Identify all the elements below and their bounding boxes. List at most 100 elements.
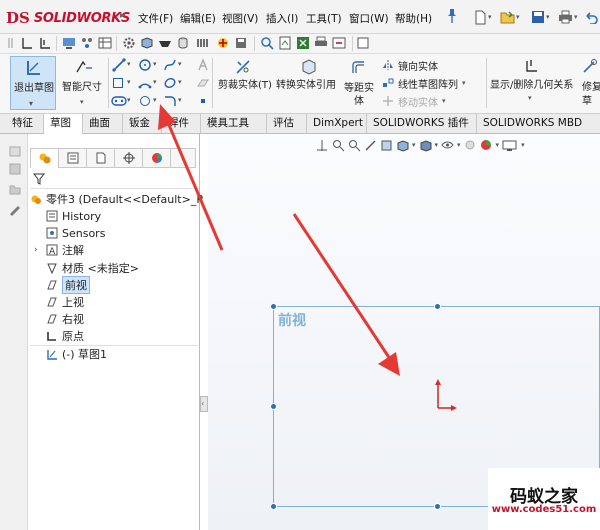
save-button[interactable]: ▾: [531, 8, 550, 26]
tree-item-right-plane[interactable]: 右视: [46, 311, 84, 327]
display-relations-dropdown-icon[interactable]: ▾: [528, 94, 532, 102]
plane-handle[interactable]: [270, 303, 277, 310]
plane-handle[interactable]: [270, 503, 277, 510]
apply-scene-icon[interactable]: [480, 139, 493, 152]
section-view-icon[interactable]: [364, 139, 377, 152]
circle-dropdown-icon[interactable]: ▾: [153, 60, 157, 68]
view-orientation-icon[interactable]: [396, 139, 409, 152]
tab-solidworks-addins[interactable]: SOLIDWORKS 插件: [367, 114, 477, 133]
tree-item-material[interactable]: 材质 <未指定>: [46, 260, 139, 276]
circle-icon[interactable]: [138, 58, 152, 72]
polygon-icon[interactable]: [140, 96, 150, 106]
menu-tools[interactable]: 工具(T): [306, 11, 342, 26]
checkbox-icon[interactable]: [356, 36, 370, 50]
pin-icon[interactable]: [446, 8, 458, 24]
display-style-icon[interactable]: [419, 139, 432, 152]
tree-item-top-plane[interactable]: 上视: [46, 294, 84, 310]
logo-menu-arrow-icon[interactable]: ▸: [120, 10, 125, 21]
save-small-icon[interactable]: [234, 36, 248, 50]
previous-view-icon[interactable]: [348, 139, 361, 152]
rectangle-icon[interactable]: [113, 78, 123, 88]
exit-sketch-button[interactable]: 退出草图 ▾: [10, 56, 56, 110]
zoom-icon[interactable]: [260, 36, 274, 50]
appearance-icon[interactable]: [8, 202, 22, 216]
point-icon[interactable]: [196, 94, 210, 108]
slot-icon[interactable]: [111, 94, 127, 108]
menu-file[interactable]: 文件(F): [138, 11, 173, 26]
tab-sheet-metal[interactable]: 钣金: [123, 114, 162, 133]
design-library-icon[interactable]: [8, 162, 22, 176]
ellipse-dropdown-icon[interactable]: ▾: [178, 78, 182, 86]
slot-dropdown-icon[interactable]: ▾: [127, 96, 131, 104]
spline-icon[interactable]: [163, 58, 177, 72]
tab-mold-tools[interactable]: 模具工具: [201, 114, 267, 133]
zoom-to-area-icon[interactable]: [332, 139, 345, 152]
new-document-button[interactable]: ▾: [474, 8, 492, 26]
tree-item-sensors[interactable]: Sensors: [46, 225, 105, 241]
offset-entities-button[interactable]: 等距实 体: [340, 60, 378, 110]
dimxpert-manager-tab[interactable]: [114, 148, 142, 168]
fillet-dropdown-icon[interactable]: ▾: [178, 96, 182, 104]
tab-dimxpert[interactable]: DimXpert: [307, 114, 367, 133]
plane-handle[interactable]: [270, 403, 277, 410]
file-explorer-icon[interactable]: [8, 182, 22, 196]
display-manager-tab[interactable]: [142, 148, 170, 168]
trim-entities-button[interactable]: 剪裁实体(T): [218, 56, 272, 106]
excel-icon[interactable]: [296, 36, 310, 50]
plane-icon[interactable]: [196, 76, 210, 90]
view-settings-dropdown-icon[interactable]: ▾: [521, 141, 525, 149]
print-small-icon[interactable]: [314, 36, 328, 50]
options-gear-icon[interactable]: [122, 36, 136, 50]
panel-expand-tab[interactable]: ›: [170, 148, 196, 168]
menu-insert[interactable]: 插入(I): [266, 11, 298, 26]
bowl-icon[interactable]: [158, 36, 172, 50]
rectangle-dropdown-icon[interactable]: ▾: [127, 78, 131, 86]
feature-manager-tab[interactable]: [30, 148, 58, 168]
tab-evaluate[interactable]: 评估: [267, 114, 307, 133]
hide-show-items-icon[interactable]: [441, 139, 454, 152]
menu-window[interactable]: 窗口(W): [349, 11, 389, 26]
sketch-doc-icon[interactable]: [278, 36, 292, 50]
edit-appearance-icon[interactable]: [464, 139, 477, 152]
cylinder-icon[interactable]: [176, 36, 190, 50]
tree-item-origin[interactable]: 原点: [46, 328, 84, 344]
open-document-button[interactable]: ▾: [500, 8, 520, 26]
view-orientation-dropdown-icon[interactable]: ▾: [412, 141, 416, 149]
network-icon[interactable]: [80, 36, 94, 50]
dimension-corner-icon[interactable]: [38, 36, 52, 50]
view-settings-monitor-icon[interactable]: [502, 139, 518, 152]
move-entities-dropdown-icon[interactable]: ▾: [442, 97, 446, 105]
linear-pattern-dropdown-icon[interactable]: ▾: [462, 79, 466, 87]
linear-sketch-pattern-button[interactable]: 线性草图阵列 ▾: [382, 76, 466, 91]
convert-entities-button[interactable]: 转换实体引用: [276, 56, 340, 106]
tab-sketch[interactable]: 草图: [44, 114, 83, 134]
apply-scene-dropdown-icon[interactable]: ▾: [496, 141, 500, 149]
repair-sketch-button[interactable]: 修复 草: [580, 56, 600, 107]
table-icon[interactable]: [98, 36, 112, 50]
undo-button[interactable]: [584, 8, 598, 26]
tab-solidworks-mbd[interactable]: SOLIDWORKS MBD: [477, 114, 600, 133]
plane-handle[interactable]: [434, 303, 441, 310]
tab-weldments[interactable]: 焊件: [162, 114, 201, 133]
tree-item-annotations[interactable]: › A 注解: [34, 242, 84, 258]
line-dropdown-icon[interactable]: ▾: [127, 60, 131, 68]
smart-dimension-dropdown-icon[interactable]: ▾: [80, 98, 84, 106]
fillet-icon[interactable]: [163, 94, 177, 108]
panel-resize-handle[interactable]: ‹: [200, 396, 208, 412]
plus-cross-icon[interactable]: [216, 36, 230, 50]
dynamic-annotation-icon[interactable]: [380, 139, 393, 152]
smart-dimension-button[interactable]: 智能尺寸 ▾: [60, 56, 108, 110]
tree-root-part[interactable]: 零件3 (Default<<Default>_P: [30, 191, 203, 207]
display-style-dropdown-icon[interactable]: ▾: [435, 141, 439, 149]
tree-item-sketch1[interactable]: (-) 草图1: [46, 346, 107, 362]
screen-capture-icon[interactable]: [62, 36, 76, 50]
polygon-dropdown-icon[interactable]: ▾: [153, 96, 157, 104]
plane-handle[interactable]: [434, 503, 441, 510]
zoom-to-fit-icon[interactable]: [316, 139, 329, 152]
tree-item-history[interactable]: History: [46, 208, 101, 224]
menu-view[interactable]: 视图(V): [222, 11, 258, 26]
text-icon[interactable]: [196, 58, 210, 72]
comb-icon[interactable]: [196, 36, 210, 50]
property-manager-tab[interactable]: [58, 148, 86, 168]
expand-arrow-icon[interactable]: ›: [34, 245, 42, 255]
